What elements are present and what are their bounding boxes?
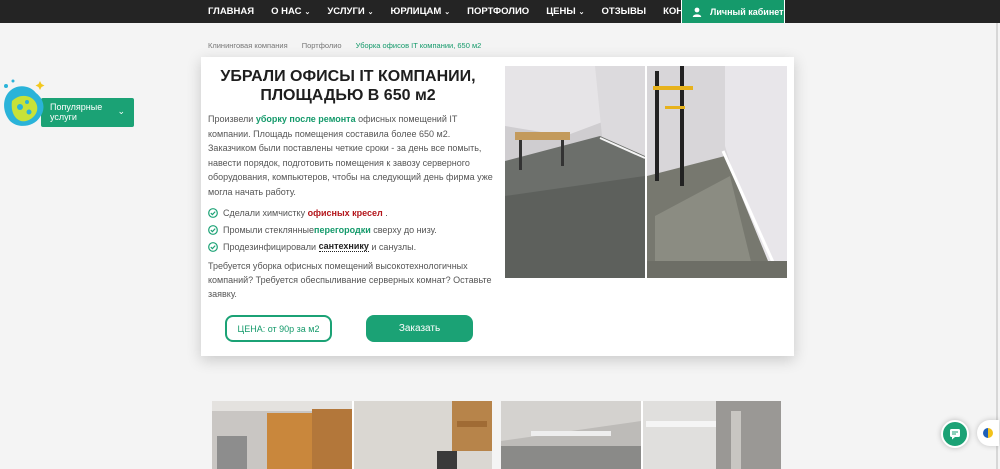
office-chairs-link[interactable]: офисных кресел <box>308 208 383 218</box>
portfolio-case-card: УБРАЛИ ОФИСЫ IT КОМПАНИИ, ПЛОЩАДЬЮ В 650… <box>201 57 794 356</box>
nav-item-label: ЦЕНЫ <box>546 6 576 17</box>
renovation-cleaning-link[interactable]: уборку после ремонта <box>256 114 356 124</box>
done-item: Продезинфицировали сантехнику и санузлы. <box>208 238 493 255</box>
plumbing-link[interactable]: сантехнику <box>318 241 369 252</box>
chevron-down-icon: ⌄ <box>117 106 125 116</box>
done-item-text: Сделали химчистку <box>223 207 308 218</box>
check-circle-icon <box>208 241 218 252</box>
case-title: УБРАЛИ ОФИСЫ IT КОМПАНИИ, ПЛОЩАДЬЮ В 650… <box>220 68 476 104</box>
chevron-down-icon: ⌄ <box>304 8 311 16</box>
personal-account-button[interactable]: Личный кабинет <box>681 0 785 23</box>
nav-item[interactable]: ГЛАВНАЯ <box>208 6 254 17</box>
nav-item[interactable]: О НАС ⌄ <box>271 6 310 17</box>
done-list: Сделали химчистку офисных кресел . Промы… <box>208 204 493 255</box>
nav-item-label: УСЛУГИ <box>327 6 365 17</box>
office-photo-bottom-right[interactable] <box>501 401 781 469</box>
breadcrumb-current: Уборка офисов IT компании, 650 м2 <box>355 41 482 50</box>
nav-item[interactable]: УСЛУГИ ⌄ <box>327 6 373 17</box>
nav-item[interactable]: ЦЕНЫ ⌄ <box>546 6 584 17</box>
partitions-link[interactable]: перегородки <box>314 225 371 235</box>
done-item: Сделали химчистку офисных кресел . <box>208 204 493 221</box>
office-photo-bottom-left[interactable] <box>212 401 492 469</box>
done-item-text-end: . <box>382 207 388 218</box>
breadcrumb-link-portfolio[interactable]: Портфолио <box>302 41 342 50</box>
intro-text-start: Произвели <box>208 114 256 124</box>
office-photo-pair[interactable] <box>505 66 787 278</box>
order-button[interactable]: Заказать <box>366 315 473 342</box>
top-navigation: ГЛАВНАЯ О НАС ⌄ УСЛУГИ ⌄ ЮРЛИЦАМ ⌄ ПОРТФОЛИО ЦЕН… <box>0 0 1000 23</box>
sponge-icon <box>4 79 45 126</box>
accessibility-widget-button[interactable] <box>977 420 999 446</box>
nav-item-label: ПОРТФОЛИО <box>467 6 530 17</box>
done-item-text: Продезинфицировали <box>223 241 319 252</box>
nav-menu: ГЛАВНАЯ О НАС ⌄ УСЛУГИ ⌄ ЮРЛИЦАМ ⌄ ПОРТФОЛИО ЦЕН… <box>208 0 733 23</box>
popular-services-label: Популярные услуги <box>50 102 103 122</box>
breadcrumb: Клининговая компания Портфолио Уборка оф… <box>208 41 495 50</box>
chevron-down-icon: ⌄ <box>367 8 374 16</box>
check-circle-icon <box>208 207 218 218</box>
done-item: Промыли стеклянные перегородки сверху до … <box>208 221 493 238</box>
nav-item[interactable]: ПОРТФОЛИО <box>467 6 529 17</box>
user-icon <box>692 7 702 17</box>
page-edge-line <box>996 23 998 469</box>
chevron-down-icon: ⌄ <box>444 8 451 16</box>
nav-item[interactable]: ЮРЛИЦАМ ⌄ <box>391 6 451 17</box>
done-item-text-end: и санузлы. <box>368 241 417 252</box>
popular-services-button[interactable]: Популярные услуги ⌄ <box>41 98 134 127</box>
nav-item-label: ЮРЛИЦАМ <box>390 6 442 17</box>
call-to-action-text: Требуется уборка офисных помещений высок… <box>208 261 492 299</box>
chevron-down-icon: ⌄ <box>578 8 585 16</box>
nav-item-label: ОТЗЫВЫ <box>601 6 647 17</box>
price-button[interactable]: ЦЕНА: от 90р за м2 <box>225 315 332 342</box>
intro-text-end: офисных помещений IT компании. Площадь п… <box>208 114 493 197</box>
accessibility-icon <box>983 428 993 438</box>
nav-item[interactable]: ОТЗЫВЫ <box>602 6 647 17</box>
chat-widget-button[interactable] <box>941 420 969 448</box>
check-circle-icon <box>208 224 218 235</box>
nav-item-label: ГЛАВНАЯ <box>208 6 255 17</box>
breadcrumb-link-home[interactable]: Клининговая компания <box>208 41 288 50</box>
nav-item-label: О НАС <box>271 6 302 17</box>
done-item-text: Промыли стеклянные <box>223 224 315 235</box>
personal-account-label: Личный кабинет <box>710 6 784 17</box>
done-item-text-end: сверху до низу. <box>370 224 437 235</box>
case-description: Произвели уборку после ремонта офисных п… <box>208 112 493 199</box>
chat-icon <box>950 429 960 440</box>
